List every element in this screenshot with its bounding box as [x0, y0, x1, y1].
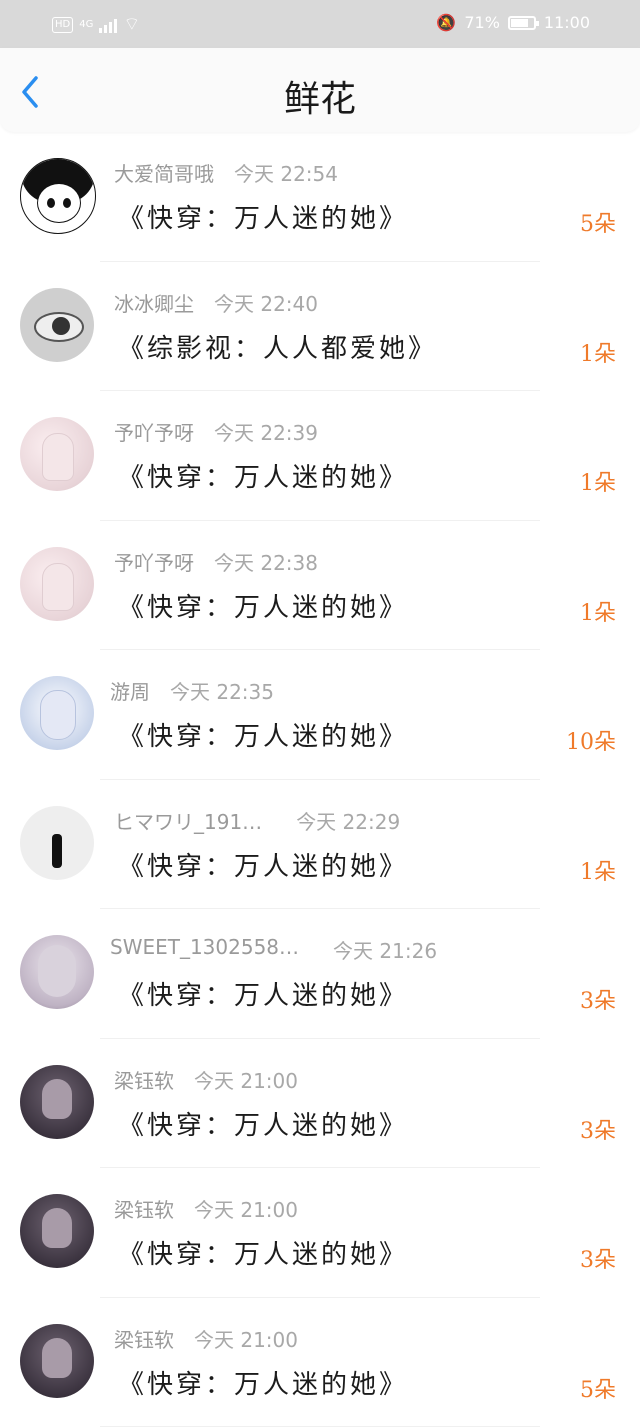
avatar[interactable] — [20, 676, 94, 750]
list-item[interactable]: 予吖予呀 今天 22:38 《快穿：万人迷的她》 1朵 — [0, 521, 640, 651]
avatar[interactable] — [20, 806, 94, 880]
timestamp: 今天 22:29 — [296, 806, 400, 835]
book-title: 《快穿：万人迷的她》 — [118, 1364, 408, 1401]
network-type: 4G — [79, 19, 93, 30]
timestamp: 今天 22:39 — [214, 417, 318, 446]
item-meta: 予吖予呀 今天 22:38 — [114, 547, 318, 576]
timestamp: 今天 22:54 — [234, 158, 338, 187]
list-item[interactable]: 予吖予呀 今天 22:39 《快穿：万人迷的她》 1朵 — [0, 391, 640, 521]
timestamp: 今天 21:26 — [333, 935, 437, 964]
book-title: 《快穿：万人迷的她》 — [118, 716, 408, 753]
book-title: 《快穿：万人迷的她》 — [118, 198, 408, 235]
flower-count: 3朵 — [580, 983, 616, 1015]
avatar[interactable] — [20, 417, 94, 491]
status-bar: HD 4G ⌔ 🔕 71% 11:00 — [0, 0, 640, 48]
book-title: 《快穿：万人迷的她》 — [118, 975, 408, 1012]
username: 大爱简哥哦 — [114, 158, 214, 187]
username: 梁钰软 — [114, 1324, 174, 1353]
username: 游周 — [110, 676, 150, 705]
avatar[interactable] — [20, 547, 94, 621]
timestamp: 今天 22:38 — [214, 547, 318, 576]
hd-badge: HD — [52, 17, 73, 33]
username: 梁钰软 — [114, 1194, 174, 1223]
timestamp: 今天 22:35 — [170, 676, 274, 705]
item-meta: ヒマワリ_191… 今天 22:29 — [114, 806, 400, 835]
list-item[interactable]: 梁钰软 今天 21:00 《快穿：万人迷的她》 5朵 — [0, 1298, 640, 1427]
flower-count: 1朵 — [580, 854, 616, 886]
book-title: 《快穿：万人迷的她》 — [118, 846, 408, 883]
clock: 11:00 — [544, 13, 590, 32]
item-meta: 予吖予呀 今天 22:39 — [114, 417, 318, 446]
item-meta: 大爱简哥哦 今天 22:54 — [114, 158, 338, 187]
flower-count: 10朵 — [566, 724, 616, 756]
battery-percent: 71% — [464, 13, 500, 32]
signal-icon — [99, 17, 117, 33]
flower-count: 5朵 — [580, 1372, 616, 1404]
item-meta: 梁钰软 今天 21:00 — [114, 1324, 298, 1353]
timestamp: 今天 21:00 — [194, 1065, 298, 1094]
list-item[interactable]: 游周 今天 22:35 《快穿：万人迷的她》 10朵 — [0, 650, 640, 780]
wifi-icon: ⌔ — [123, 13, 140, 36]
username: 予吖予呀 — [114, 417, 194, 446]
avatar[interactable] — [20, 935, 94, 1009]
username: 冰冰卿尘 — [114, 288, 194, 317]
item-meta: 梁钰软 今天 21:00 — [114, 1194, 298, 1223]
avatar[interactable] — [20, 158, 96, 234]
list-item[interactable]: 冰冰卿尘 今天 22:40 《综影视：人人都爱她》 1朵 — [0, 262, 640, 392]
book-title: 《快穿：万人迷的她》 — [118, 457, 408, 494]
list-item[interactable]: SWEET_1302558… 今天 21:26 《快穿：万人迷的她》 3朵 — [0, 909, 640, 1039]
flower-list: 大爱简哥哦 今天 22:54 《快穿：万人迷的她》 5朵 冰冰卿尘 今天 22:… — [0, 132, 640, 1427]
username: 梁钰软 — [114, 1065, 174, 1094]
list-item[interactable]: ヒマワリ_191… 今天 22:29 《快穿：万人迷的她》 1朵 — [0, 780, 640, 910]
timestamp: 今天 22:40 — [214, 288, 318, 317]
username: ヒマワリ_191… — [114, 806, 262, 835]
mute-icon: 🔕 — [436, 13, 456, 32]
list-item[interactable]: 大爱简哥哦 今天 22:54 《快穿：万人迷的她》 5朵 — [0, 132, 640, 262]
battery-icon — [508, 16, 536, 30]
item-meta: 冰冰卿尘 今天 22:40 — [114, 288, 318, 317]
flower-count: 1朵 — [580, 465, 616, 497]
flower-count: 1朵 — [580, 595, 616, 627]
flower-count: 1朵 — [580, 336, 616, 368]
avatar[interactable] — [20, 1065, 94, 1139]
book-title: 《快穿：万人迷的她》 — [118, 587, 408, 624]
list-item[interactable]: 梁钰软 今天 21:00 《快穿：万人迷的她》 3朵 — [0, 1039, 640, 1169]
status-right: 🔕 71% 11:00 — [436, 13, 590, 32]
item-meta: 游周 今天 22:35 — [110, 676, 274, 705]
avatar[interactable] — [20, 288, 94, 362]
timestamp: 今天 21:00 — [194, 1194, 298, 1223]
avatar[interactable] — [20, 1324, 94, 1398]
book-title: 《综影视：人人都爱她》 — [118, 328, 437, 365]
item-meta: SWEET_1302558… 今天 21:26 — [110, 935, 437, 964]
flower-count: 3朵 — [580, 1242, 616, 1274]
username: 予吖予呀 — [114, 547, 194, 576]
item-meta: 梁钰软 今天 21:00 — [114, 1065, 298, 1094]
book-title: 《快穿：万人迷的她》 — [118, 1105, 408, 1142]
flower-count: 3朵 — [580, 1113, 616, 1145]
username: SWEET_1302558… — [110, 935, 299, 964]
nav-bar: 鲜花 — [0, 48, 640, 132]
avatar[interactable] — [20, 1194, 94, 1268]
timestamp: 今天 21:00 — [194, 1324, 298, 1353]
flower-count: 5朵 — [580, 206, 616, 238]
page-title: 鲜花 — [0, 70, 640, 122]
book-title: 《快穿：万人迷的她》 — [118, 1234, 408, 1271]
list-item[interactable]: 梁钰软 今天 21:00 《快穿：万人迷的她》 3朵 — [0, 1168, 640, 1298]
status-left: HD 4G ⌔ — [52, 13, 140, 36]
